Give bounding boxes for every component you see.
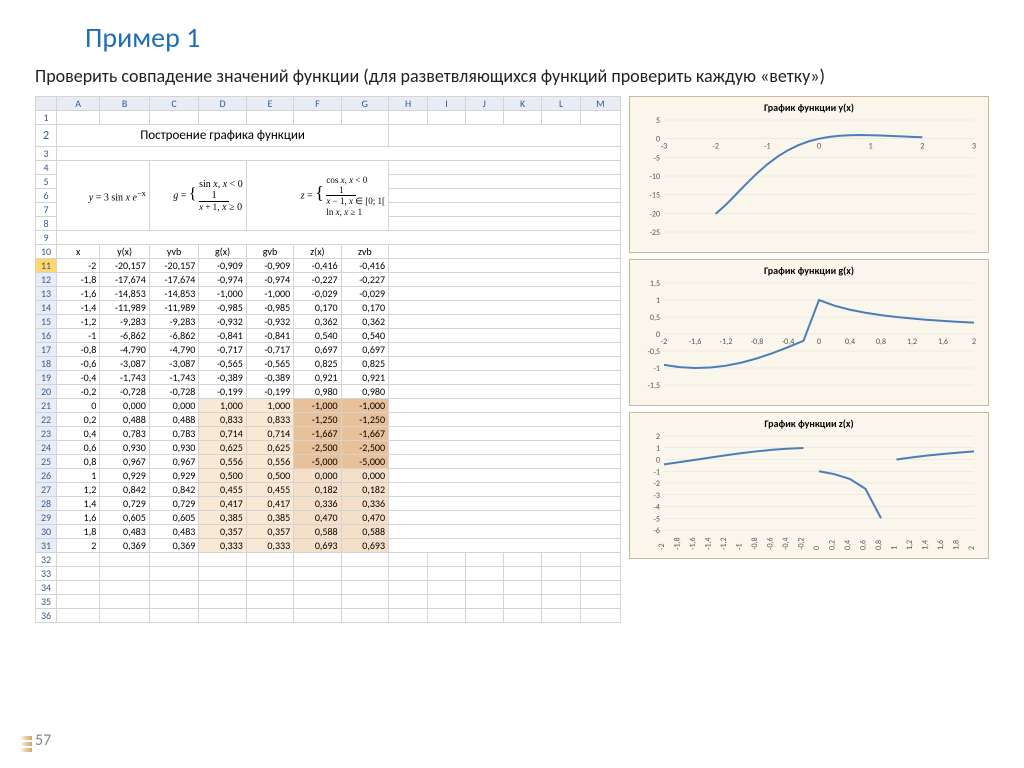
svg-text:1,6: 1,6	[938, 337, 948, 347]
svg-text:-10: -10	[649, 172, 660, 182]
svg-text:1,6: 1,6	[936, 540, 946, 550]
svg-text:0,8: 0,8	[876, 337, 886, 347]
svg-text:1: 1	[869, 142, 873, 152]
svg-text:1: 1	[656, 444, 660, 454]
svg-text:-2: -2	[661, 337, 668, 347]
svg-text:0: 0	[812, 546, 822, 550]
svg-text:3: 3	[972, 142, 976, 152]
svg-text:1,5: 1,5	[650, 279, 660, 289]
svg-text:0: 0	[656, 330, 660, 340]
svg-text:2: 2	[920, 142, 924, 152]
page-decoration	[20, 742, 32, 746]
svg-text:0: 0	[656, 456, 660, 466]
svg-text:-1,8: -1,8	[673, 538, 683, 551]
svg-text:0: 0	[656, 135, 660, 145]
svg-text:0,4: 0,4	[843, 540, 853, 550]
svg-text:-6: -6	[653, 526, 660, 536]
svg-text:0,4: 0,4	[845, 337, 855, 347]
svg-text:1: 1	[656, 296, 660, 306]
svg-text:-0,2: -0,2	[797, 538, 807, 551]
chart-y: График функции y(x) 50-5-10-15-20-25-3-2…	[629, 96, 989, 253]
excel-screenshot: ABCDEFGHIJKLM12Построение графика функци…	[35, 96, 621, 623]
svg-text:-20: -20	[649, 210, 660, 220]
svg-text:-1,6: -1,6	[688, 538, 698, 551]
svg-text:-1,2: -1,2	[720, 337, 733, 347]
svg-text:-0,8: -0,8	[750, 538, 760, 551]
svg-text:-0,6: -0,6	[766, 538, 776, 551]
svg-text:1,8: 1,8	[952, 540, 962, 550]
chart-g: График функции g(x) 1,5 1 0,5 0 -0,5 -1 -1,5 -2…	[629, 259, 989, 406]
svg-text:2: 2	[972, 337, 976, 347]
svg-text:0,6: 0,6	[859, 540, 869, 550]
svg-text:-1,4: -1,4	[704, 538, 714, 551]
svg-text:-1: -1	[653, 468, 660, 478]
chart-z: График функции z(x) 210-1-2-3-4-5-6-2-1,…	[629, 412, 989, 559]
chart-z-title: График функции z(x)	[636, 417, 982, 430]
svg-text:-1: -1	[653, 364, 660, 374]
svg-text:1: 1	[890, 546, 900, 550]
svg-text:0,5: 0,5	[650, 313, 660, 323]
svg-text:5: 5	[656, 116, 660, 126]
svg-text:-2: -2	[657, 544, 667, 551]
svg-text:-1,2: -1,2	[719, 538, 729, 551]
page-decoration	[20, 736, 32, 740]
slide-subtitle: Проверить совпадение значений функции (д…	[35, 65, 989, 88]
svg-text:0: 0	[817, 142, 821, 152]
svg-text:0,2: 0,2	[828, 540, 838, 550]
svg-text:0,8: 0,8	[874, 540, 884, 550]
svg-text:-0,5: -0,5	[647, 347, 660, 357]
svg-text:-25: -25	[649, 228, 660, 238]
svg-text:1,2: 1,2	[907, 337, 917, 347]
svg-text:-3: -3	[653, 491, 660, 501]
svg-text:-0,8: -0,8	[751, 337, 764, 347]
svg-text:-5: -5	[653, 515, 660, 525]
svg-text:-1,6: -1,6	[689, 337, 702, 347]
svg-text:-15: -15	[649, 191, 660, 201]
page-decoration	[20, 748, 32, 752]
svg-text:-1: -1	[764, 142, 771, 152]
svg-text:-1: -1	[735, 544, 745, 551]
svg-text:-2: -2	[712, 142, 719, 152]
page-number: 57	[35, 731, 51, 750]
svg-text:-3: -3	[661, 142, 668, 152]
svg-text:-2: -2	[653, 479, 660, 489]
svg-text:2: 2	[656, 432, 660, 442]
svg-text:-0,4: -0,4	[781, 538, 791, 551]
chart-g-title: График функции g(x)	[636, 264, 982, 277]
chart-y-title: График функции y(x)	[636, 101, 982, 114]
svg-text:-1,5: -1,5	[647, 381, 660, 391]
slide-title: Пример 1	[85, 20, 989, 55]
svg-text:0: 0	[817, 337, 821, 347]
svg-text:2: 2	[967, 546, 977, 550]
svg-text:-5: -5	[653, 154, 660, 164]
svg-text:-4: -4	[653, 503, 660, 513]
svg-text:1,2: 1,2	[905, 540, 915, 550]
svg-text:1,4: 1,4	[921, 540, 931, 550]
